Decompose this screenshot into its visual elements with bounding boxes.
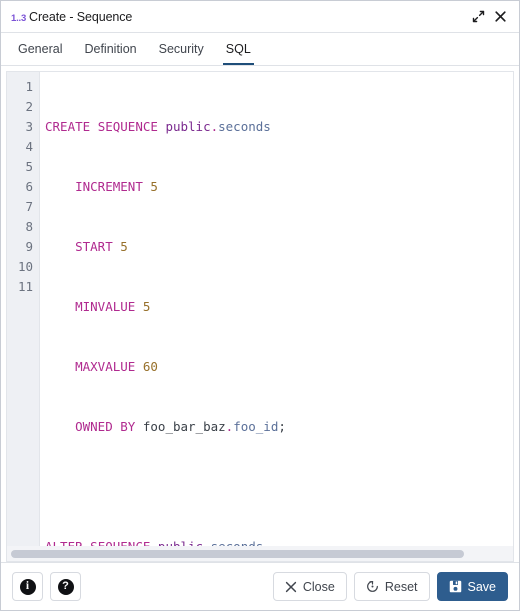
sequence-icon: 1..3 <box>11 12 27 24</box>
close-icon[interactable] <box>489 6 511 28</box>
close-button[interactable]: Close <box>272 572 347 601</box>
code-line: START 5 <box>75 239 128 254</box>
line-number: 11 <box>17 279 33 294</box>
line-number: 8 <box>25 219 33 234</box>
line-number: 7 <box>25 199 33 214</box>
horizontal-scrollbar-thumb[interactable] <box>11 549 465 558</box>
tab-security[interactable]: Security <box>148 33 215 65</box>
info-button[interactable]: i <box>12 572 43 601</box>
line-number-gutter: 1 2 3 4 5 6 7 8 9 10 11 <box>7 72 40 546</box>
line-number: 9 <box>25 239 33 254</box>
tabbar: General Definition Security SQL <box>1 33 519 66</box>
code-line: MAXVALUE 60 <box>75 359 158 374</box>
line-number: 10 <box>17 259 33 274</box>
save-button-label: Save <box>467 579 497 594</box>
maximize-icon[interactable] <box>467 6 489 28</box>
code-line: CREATE SEQUENCE public.seconds <box>45 119 271 134</box>
help-icon: ? <box>57 578 74 595</box>
line-number: 4 <box>25 139 33 154</box>
code-line: ALTER SEQUENCE public.seconds <box>45 537 513 546</box>
window-title: Create - Sequence <box>29 9 133 24</box>
reset-button-label: Reset <box>384 579 418 594</box>
sql-editor[interactable]: 1 2 3 4 5 6 7 8 9 10 11 CREATE SEQUENCE … <box>7 72 513 546</box>
code-line: MINVALUE 5 <box>75 299 151 314</box>
close-button-label: Close <box>302 579 335 594</box>
close-x-icon <box>285 581 297 592</box>
titlebar: 1..3 Create - Sequence <box>1 1 519 33</box>
code-line: OWNED BY foo_bar_baz.foo_id; <box>75 419 286 434</box>
footer-toolbar: i ? Close Reset Save <box>1 562 519 610</box>
sql-editor-panel: 1 2 3 4 5 6 7 8 9 10 11 CREATE SEQUENCE … <box>6 71 514 546</box>
save-icon <box>449 580 461 593</box>
tab-general[interactable]: General <box>7 33 73 65</box>
save-button[interactable]: Save <box>436 572 508 601</box>
tab-sql[interactable]: SQL <box>215 33 262 65</box>
line-number: 1 <box>25 79 33 94</box>
reset-icon <box>366 581 378 592</box>
line-number: 5 <box>25 159 33 174</box>
code-line: INCREMENT 5 <box>75 179 158 194</box>
line-number: 2 <box>25 99 33 114</box>
create-sequence-dialog: 1..3 Create - Sequence General Definitio… <box>0 0 520 611</box>
info-icon: i <box>19 578 36 595</box>
tab-definition[interactable]: Definition <box>73 33 147 65</box>
reset-button[interactable]: Reset <box>353 572 430 601</box>
line-number: 6 <box>25 179 33 194</box>
horizontal-scrollbar[interactable] <box>6 546 514 562</box>
sql-code[interactable]: CREATE SEQUENCE public.seconds INCREMENT… <box>40 72 513 546</box>
line-number: 3 <box>25 119 33 134</box>
help-button[interactable]: ? <box>50 572 81 601</box>
